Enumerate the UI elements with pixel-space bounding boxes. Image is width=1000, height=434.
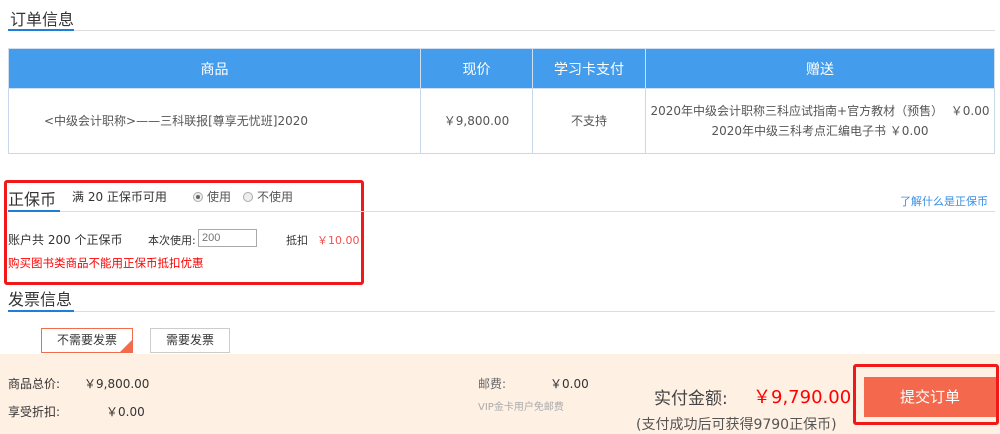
shipping-label: 邮费: bbox=[478, 377, 507, 391]
title-underline bbox=[8, 310, 74, 312]
col-price: 现价 bbox=[420, 48, 533, 89]
coin-amount-input[interactable] bbox=[198, 229, 257, 247]
radio-icon bbox=[243, 192, 253, 202]
divider bbox=[8, 311, 995, 312]
coin-section-title: 正保币 bbox=[8, 190, 57, 209]
invoice-option-label: 不需要发票 bbox=[56, 333, 117, 347]
invoice-option-need[interactable]: 需要发票 bbox=[150, 328, 230, 353]
product-price: ￥9,800.00 bbox=[420, 88, 533, 154]
table-row: <中级会计职称>——三科联报[尊享无忧班]2020 ￥9,800.00 不支持 … bbox=[8, 88, 995, 154]
invoice-option-none[interactable]: 不需要发票 bbox=[41, 328, 133, 353]
total-label: 商品总价: bbox=[8, 377, 61, 391]
total-value: ￥9,800.00 bbox=[84, 377, 150, 391]
order-section-title: 订单信息 bbox=[10, 10, 75, 29]
col-card-pay: 学习卡支付 bbox=[532, 48, 646, 89]
divider bbox=[8, 211, 995, 212]
col-product: 商品 bbox=[8, 48, 421, 89]
divider bbox=[8, 30, 995, 31]
reward-note: (支付成功后可获得9790正保币) bbox=[636, 417, 837, 433]
invoice-section-title: 发票信息 bbox=[8, 290, 73, 309]
selected-check-icon bbox=[120, 340, 132, 352]
order-table: 商品 现价 学习卡支付 赠送 <中级会计职称>——三科联报[尊享无忧班]2020… bbox=[8, 48, 995, 154]
radio-nouse[interactable]: 不使用 bbox=[243, 188, 293, 205]
gift-item: 2020年中级会计职称三科应试指南+官方教材（预售） ￥0.00 bbox=[650, 104, 990, 118]
use-amount-label: 本次使用: bbox=[148, 234, 196, 247]
discount-label: 享受折扣: bbox=[8, 405, 61, 419]
shipping-value: ￥0.00 bbox=[550, 377, 589, 391]
radio-nouse-label: 不使用 bbox=[257, 190, 294, 204]
title-underline bbox=[8, 29, 74, 31]
product-name: <中级会计职称>——三科联报[尊享无忧班]2020 bbox=[8, 88, 421, 154]
deduct-label: 抵扣 bbox=[286, 234, 308, 247]
radio-use-label: 使用 bbox=[207, 190, 232, 204]
discount-value: ￥0.00 bbox=[106, 405, 145, 419]
radio-icon bbox=[193, 192, 203, 202]
learn-coin-link[interactable]: 了解什么是正保币 bbox=[900, 193, 988, 209]
pay-value: ￥9,790.00 bbox=[753, 387, 852, 408]
submit-order-button[interactable]: 提交订单 bbox=[864, 377, 996, 417]
gift-item: 2020年中级三科考点汇编电子书 ￥0.00 bbox=[711, 124, 929, 138]
coin-threshold: 满 20 正保币可用 bbox=[72, 190, 167, 204]
vip-note: VIP金卡用户免邮费 bbox=[478, 402, 564, 413]
pay-label: 实付金额: bbox=[654, 389, 728, 409]
col-gifts: 赠送 bbox=[645, 48, 995, 89]
radio-use[interactable]: 使用 bbox=[193, 188, 231, 205]
title-underline bbox=[8, 210, 60, 212]
coin-warning: 购买图书类商品不能用正保币抵扣优惠 bbox=[8, 256, 204, 270]
deduct-value: ￥10.00 bbox=[317, 234, 360, 247]
coin-account: 账户共 200 个正保币 bbox=[8, 233, 123, 247]
card-pay: 不支持 bbox=[532, 88, 646, 154]
